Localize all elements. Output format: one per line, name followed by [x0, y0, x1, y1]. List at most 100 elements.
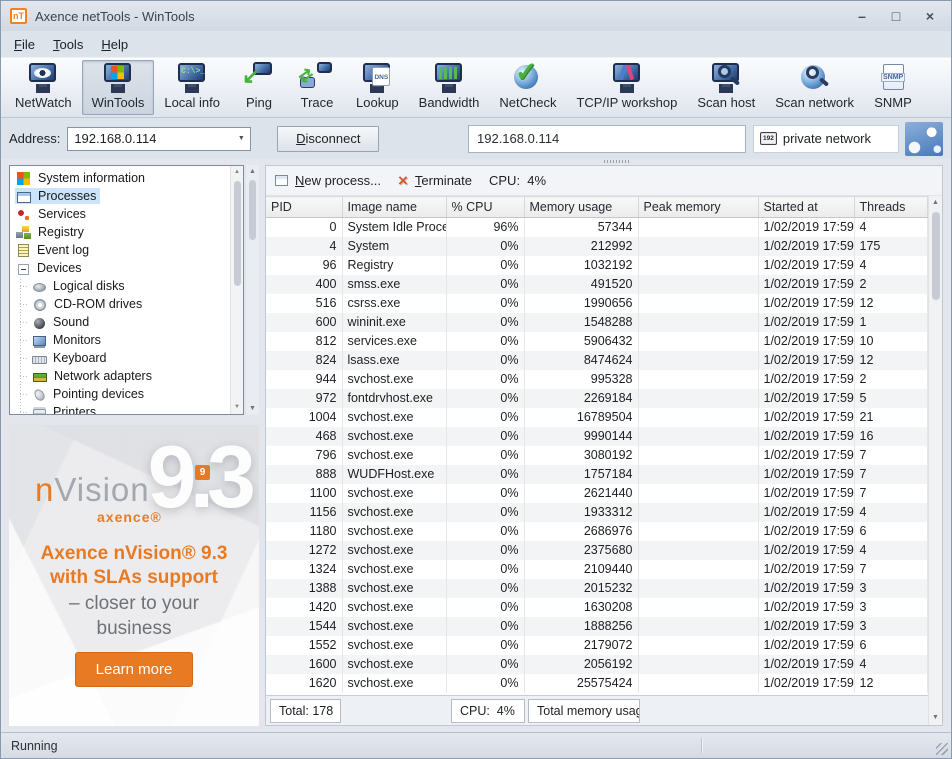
process-row[interactable]: 1620 svchost.exe 0% 25575424 1/02/2019 17:59… [266, 673, 928, 693]
process-row[interactable]: 96 Registry 0% 1032192 1/02/2019 17:59: 4 [266, 255, 928, 275]
host-address-field[interactable]: 192.168.0.114 [468, 124, 746, 153]
process-row[interactable]: 1100 svchost.exe 0% 2621440 1/02/2019 17:59:… [266, 483, 928, 503]
process-row[interactable]: 1004 svchost.exe 0% 16789504 1/02/2019 17:59… [266, 407, 928, 427]
process-row[interactable]: 812 services.exe 0% 5906432 1/02/2019 17:59:… [266, 331, 928, 351]
column-header-memory-usage[interactable]: Memory usage [524, 196, 639, 218]
tree-label: Devices [37, 261, 82, 275]
process-toolbar: New process... × Terminate CPU: 4% [266, 166, 942, 196]
learn-more-button[interactable]: Learn more [75, 652, 193, 687]
process-row[interactable]: 1324 svchost.exe 0% 2109440 1/02/2019 17:59:… [266, 559, 928, 579]
process-row[interactable]: 1544 svchost.exe 0% 1888256 1/02/2019 17:59:… [266, 616, 928, 636]
toolbar-button-bandwidth[interactable]: Bandwidth [409, 60, 490, 115]
printers-icon [33, 409, 46, 414]
dropdown-arrow-icon[interactable]: ▼ [232, 135, 250, 142]
address-combobox[interactable]: 192.168.0.114 ▼ [67, 126, 252, 151]
address-bar: Address: 192.168.0.114 ▼ Disconnect 192.… [1, 118, 951, 159]
scrollbar-thumb[interactable] [233, 181, 241, 286]
maximize-button[interactable]: □ [881, 5, 911, 27]
toolbar-button-wintools[interactable]: WinTools [81, 60, 155, 115]
column-header-pid[interactable]: PID [266, 196, 343, 218]
tree-item-keyboard[interactable]: Keyboard [10, 349, 230, 367]
process-row[interactable]: 796 svchost.exe 0% 3080192 1/02/2019 17:59: 7 [266, 445, 928, 465]
scroll-down-icon[interactable]: ▼ [234, 401, 240, 414]
tree-item-registry[interactable]: Registry [10, 223, 230, 241]
process-row[interactable]: 1272 svchost.exe 0% 2375680 1/02/2019 17:59:… [266, 540, 928, 560]
tree-item-processes[interactable]: Processes [10, 187, 230, 205]
tree-item-pointing-devices[interactable]: Pointing devices [10, 385, 230, 403]
process-row[interactable]: 468 svchost.exe 0% 9990144 1/02/2019 17:59: 1… [266, 426, 928, 446]
process-row[interactable]: 944 svchost.exe 0% 995328 1/02/2019 17:59: 2 [266, 369, 928, 389]
column-header-image-name[interactable]: Image name [342, 196, 447, 218]
tree-item-printers[interactable]: Printers [10, 403, 230, 414]
menu-help[interactable]: Help [92, 34, 137, 55]
network-type-box[interactable]: 192 private network [753, 124, 899, 153]
column-header-peak-memory[interactable]: Peak memory [638, 196, 759, 218]
process-row[interactable]: 0System Idle Process96%573441/02/2019 17… [266, 217, 928, 237]
scanhost-icon [707, 62, 745, 93]
process-row[interactable]: 600 wininit.exe 0% 1548288 1/02/2019 17:59: 1 [266, 312, 928, 332]
scroll-down-icon[interactable]: ▼ [249, 402, 256, 415]
toolbar-button-netcheck[interactable]: ✓ NetCheck [489, 59, 566, 115]
process-row[interactable]: 1156 svchost.exe 0% 1933312 1/02/2019 17:59:… [266, 502, 928, 522]
sidebar: System information Processes Services Regis… [9, 165, 259, 726]
processes-icon [17, 191, 31, 203]
toolbar-button-scan-network[interactable]: Scan network [765, 60, 864, 115]
panel-scrollbar[interactable]: ▲ ▼ [245, 165, 259, 415]
scroll-up-icon[interactable]: ▲ [932, 196, 939, 210]
sound-icon [34, 317, 45, 329]
minimize-button[interactable]: – [847, 5, 877, 27]
scroll-up-icon[interactable]: ▲ [234, 166, 240, 179]
process-table-zone: PID Image name% CPU Memory usage Peak memor… [266, 196, 942, 725]
toolbar-button-trace[interactable]: ⇄ Trace [288, 60, 346, 115]
tree-item-monitors[interactable]: Monitors [10, 331, 230, 349]
collapse-expander-icon[interactable] [18, 263, 29, 275]
toolbar-button-tcp-ip-workshop[interactable]: TCP/IP workshop [566, 60, 687, 115]
toolbar-button-lookup[interactable]: DNS Lookup [346, 60, 409, 115]
toolbar-button-scan-host[interactable]: Scan host [687, 60, 765, 115]
scroll-down-icon[interactable]: ▼ [932, 711, 939, 725]
tree-item-cd-rom-drives[interactable]: CD-ROM drives [10, 295, 230, 313]
scroll-up-icon[interactable]: ▲ [249, 165, 256, 178]
network-icon [33, 373, 47, 382]
toolbar-button-ping[interactable]: ↙ Ping [230, 60, 288, 115]
toolbar-button-snmp[interactable]: SNMP SNMP [864, 60, 922, 115]
tree-item-devices[interactable]: Devices [10, 259, 230, 277]
tree-item-network-adapters[interactable]: Network adapters [10, 367, 230, 385]
process-row[interactable]: 972 fontdrvhost.exe 0% 2269184 1/02/2019 17:… [266, 388, 928, 408]
process-row[interactable]: 1600 svchost.exe 0% 2056192 1/02/2019 17:59:… [266, 654, 928, 674]
splitter-handle[interactable] [604, 160, 630, 163]
process-row[interactable]: 824 lsass.exe 0% 8474624 1/02/2019 17:59: 12 [266, 350, 928, 370]
new-process-button[interactable]: New process... [295, 173, 381, 188]
ad-banner[interactable]: 9.3 nVision 9 axence® Axence nVision® 9.… [9, 425, 259, 726]
tree-label: Registry [38, 225, 84, 239]
process-row[interactable]: 1552 svchost.exe 0% 2179072 1/02/2019 17:59:… [266, 635, 928, 655]
process-row[interactable]: 400 smss.exe 0% 491520 1/02/2019 17:59: 2 [266, 274, 928, 294]
process-row[interactable]: 1388 svchost.exe 0% 2015232 1/02/2019 17:59:… [266, 578, 928, 598]
toolbar-button-local-info[interactable]: C:\>_ Local info [154, 60, 230, 115]
tree-scrollbar[interactable]: ▲ ▼ [230, 166, 243, 414]
menu-file[interactable]: File [5, 34, 44, 55]
column-header-cpu[interactable]: % CPU [446, 196, 525, 218]
toolbar-label: SNMP [874, 95, 912, 110]
tree-item-event-log[interactable]: Event log [10, 241, 230, 259]
process-row[interactable]: 1420 svchost.exe 0% 1630208 1/02/2019 17:59:… [266, 597, 928, 617]
column-header-threads[interactable]: Threads [854, 196, 928, 218]
tree-item-services[interactable]: Services [10, 205, 230, 223]
process-row[interactable]: 1180 svchost.exe 0% 2686976 1/02/2019 17:59:… [266, 521, 928, 541]
terminate-button[interactable]: Terminate [415, 173, 472, 188]
tree-item-system-information[interactable]: System information [10, 169, 230, 187]
process-row[interactable]: 888 WUDFHost.exe 0% 1757184 1/02/2019 17:59:… [266, 464, 928, 484]
menu-tools[interactable]: Tools [44, 34, 92, 55]
scrollbar-thumb[interactable] [249, 180, 256, 240]
close-button[interactable]: × [915, 5, 945, 27]
resize-grip-icon[interactable] [936, 743, 948, 755]
process-row[interactable]: 4 System 0% 212992 1/02/2019 17:59: 175 [266, 236, 928, 256]
column-header-started-at[interactable]: Started at [758, 196, 855, 218]
toolbar-button-netwatch[interactable]: NetWatch [5, 60, 82, 115]
process-row[interactable]: 516 csrss.exe 0% 1990656 1/02/2019 17:59: 12 [266, 293, 928, 313]
table-scrollbar[interactable]: ▲ ▼ [928, 196, 942, 725]
disconnect-button[interactable]: Disconnect [277, 125, 380, 152]
scrollbar-thumb[interactable] [931, 212, 940, 300]
tree-item-logical-disks[interactable]: Logical disks [10, 277, 230, 295]
tree-item-sound[interactable]: Sound [10, 313, 230, 331]
